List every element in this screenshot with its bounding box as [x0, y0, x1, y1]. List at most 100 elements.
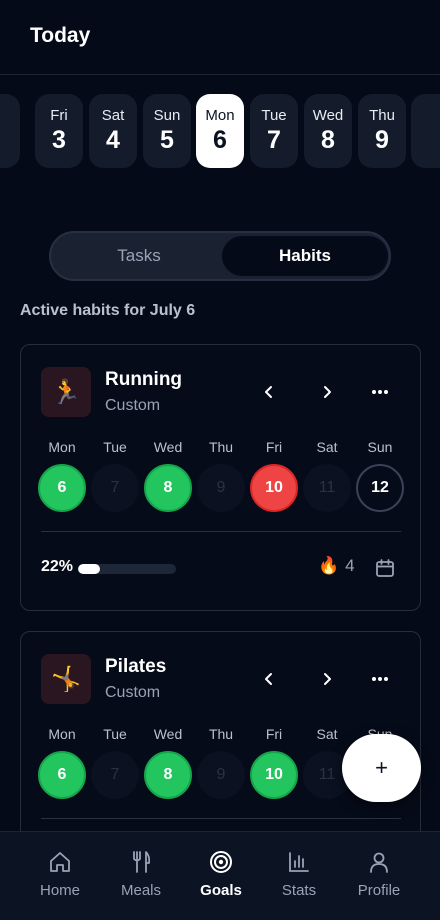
- progress-bar: [78, 564, 176, 574]
- divider: [41, 531, 401, 532]
- page-title: Today: [30, 24, 91, 47]
- date-pill-selected[interactable]: Mon 6: [196, 94, 244, 168]
- plus-icon: +: [375, 755, 388, 780]
- day-column: Mon 6: [37, 439, 87, 512]
- date-pill[interactable]: Sat 4: [89, 94, 137, 168]
- date-dow: Fri: [50, 107, 68, 124]
- day-label: Thu: [208, 439, 234, 455]
- day-column: Sun 12: [355, 439, 405, 512]
- day-circle-done[interactable]: 6: [38, 464, 86, 512]
- chevron-right-icon: [324, 673, 331, 685]
- target-icon: [210, 851, 232, 873]
- day-circle-future[interactable]: 7: [91, 751, 139, 799]
- day-label: Fri: [265, 726, 283, 742]
- day-circle-future[interactable]: 11: [303, 464, 351, 512]
- date-num: 7: [267, 126, 281, 154]
- date-dow: Wed: [312, 107, 344, 124]
- day-label: Mon: [48, 439, 76, 455]
- previous-week-button[interactable]: [255, 378, 283, 406]
- chevron-right-icon: [324, 386, 331, 398]
- habit-type: Custom: [105, 397, 161, 414]
- date-num: 8: [321, 126, 335, 154]
- day-label: Tue: [103, 726, 127, 742]
- nav-label: Profile: [357, 882, 401, 899]
- date-pill[interactable]: [0, 94, 20, 168]
- habit-name: Pilates: [105, 656, 167, 677]
- more-horizontal-icon: [372, 390, 388, 394]
- progress-percent: 22%: [41, 558, 74, 575]
- day-label: Fri: [265, 439, 283, 455]
- day-column: Mon 6: [37, 726, 87, 799]
- day-circle-future[interactable]: 9: [197, 751, 245, 799]
- nav-stats[interactable]: Stats: [260, 850, 338, 899]
- date-strip[interactable]: Fri 3 Sat 4 Sun 5 Mon 6 Tue 7 Wed 8 Thu 9: [0, 94, 440, 168]
- day-label: Mon: [48, 726, 76, 742]
- nav-label: Goals: [200, 882, 242, 899]
- day-label: Sat: [316, 439, 338, 455]
- day-circle-done[interactable]: 8: [144, 464, 192, 512]
- day-column: Fri 10: [249, 726, 299, 799]
- nav-goals[interactable]: Goals: [182, 850, 260, 899]
- bottom-nav: Home Meals Goals Stats Profile: [0, 831, 440, 920]
- bar-chart-icon: [289, 852, 309, 872]
- streak-count: 4: [345, 556, 355, 575]
- day-circle-today[interactable]: 12: [356, 464, 404, 512]
- habit-card: 🏃 Running Custom Mon 6 Tue 7 Wed 8 Thu 9 Fri…: [20, 344, 421, 611]
- day-column: Wed 8: [143, 439, 193, 512]
- app-root: Today Fri 3 Sat 4 Sun 5 Mon 6 Tue 7 Wed 8 Thu 9…: [0, 0, 440, 920]
- date-num: 3: [52, 126, 66, 154]
- day-circle-done[interactable]: 6: [38, 751, 86, 799]
- date-pill[interactable]: Fri 3: [35, 94, 83, 168]
- more-options-button[interactable]: [366, 378, 394, 406]
- day-circle-done[interactable]: 10: [250, 751, 298, 799]
- nav-label: Meals: [120, 882, 161, 899]
- nav-meals[interactable]: Meals: [102, 850, 180, 899]
- date-pill[interactable]: Tue 7: [250, 94, 298, 168]
- streak-counter: 🔥 4: [318, 556, 355, 576]
- date-pill[interactable]: Thu 9: [358, 94, 406, 168]
- date-dow: Sat: [101, 107, 125, 124]
- date-pill[interactable]: [411, 94, 440, 168]
- day-column: Sat 11: [302, 439, 352, 512]
- next-week-button[interactable]: [313, 665, 341, 693]
- day-label: Thu: [208, 726, 234, 742]
- date-pill[interactable]: Sun 5: [143, 94, 191, 168]
- home-icon: [50, 852, 70, 872]
- cartwheel-icon: 🤸: [41, 654, 91, 704]
- date-pill[interactable]: Wed 8: [304, 94, 352, 168]
- more-options-button[interactable]: [366, 665, 394, 693]
- next-week-button[interactable]: [313, 378, 341, 406]
- fork-knife-icon: [133, 851, 151, 873]
- day-label: Sat: [316, 726, 338, 742]
- nav-profile[interactable]: Profile: [340, 850, 418, 899]
- date-num: 5: [160, 126, 174, 154]
- nav-home[interactable]: Home: [21, 850, 99, 899]
- header: Today: [0, 0, 440, 75]
- habit-type: Custom: [105, 684, 161, 701]
- tab-tasks[interactable]: Tasks: [56, 236, 222, 276]
- day-label: Wed: [153, 726, 183, 742]
- nav-label: Home: [39, 882, 80, 899]
- tab-habits[interactable]: Habits: [222, 236, 388, 276]
- date-dow: Tue: [261, 107, 287, 124]
- day-label: Tue: [103, 439, 127, 455]
- progress-bar-fill: [78, 564, 100, 574]
- chevron-left-icon: [265, 673, 272, 685]
- day-circle-missed[interactable]: 10: [250, 464, 298, 512]
- day-circle-done[interactable]: 8: [144, 751, 192, 799]
- day-circle-future[interactable]: 9: [197, 464, 245, 512]
- date-num: 4: [106, 126, 120, 154]
- day-label: Sun: [367, 439, 393, 455]
- previous-week-button[interactable]: [255, 665, 283, 693]
- week-row: Mon 6 Tue 7 Wed 8 Thu 9 Fri 10 Sat 11 Sun 12: [38, 439, 404, 519]
- day-circle-future[interactable]: 7: [91, 464, 139, 512]
- date-num: 9: [375, 126, 389, 154]
- calendar-icon[interactable]: [375, 558, 395, 578]
- runner-icon: 🏃: [41, 367, 91, 417]
- date-dow: Thu: [369, 107, 395, 124]
- chevron-left-icon: [265, 386, 272, 398]
- day-column: Fri 10: [249, 439, 299, 512]
- add-habit-button[interactable]: +: [342, 734, 421, 802]
- more-horizontal-icon: [372, 677, 388, 681]
- nav-label: Stats: [281, 882, 317, 899]
